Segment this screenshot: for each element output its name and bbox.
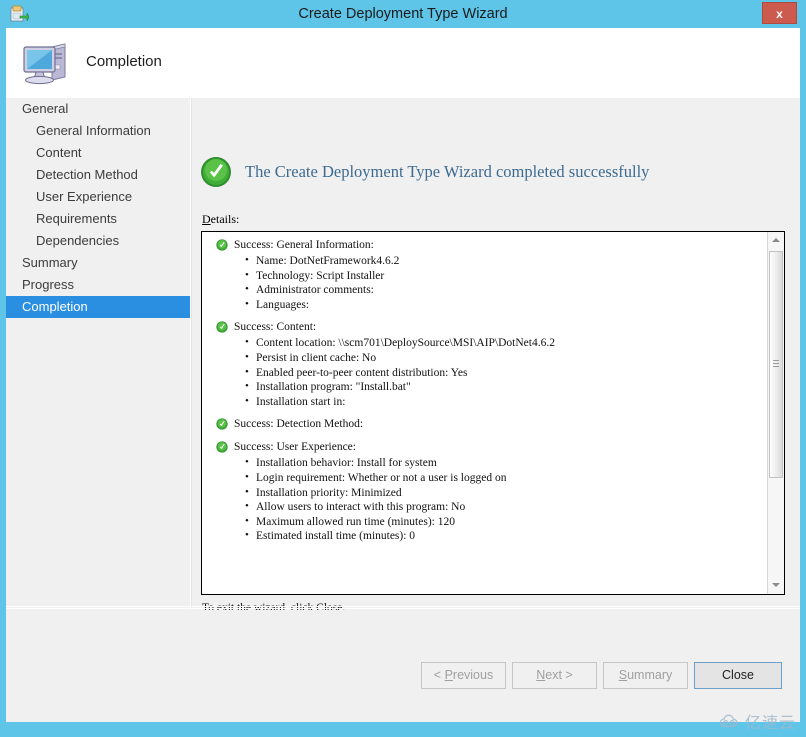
detail-section-user-experience: Success: User Experience: Installation b… (210, 440, 768, 544)
details-label: Details: (202, 212, 239, 227)
detail-section-heading: Success: Content: (210, 320, 768, 335)
detail-section-items: Installation behavior: Install for syste… (210, 455, 768, 544)
list-item: Installation priority: Minimized (245, 485, 768, 501)
previous-button-suffix: revious (452, 668, 494, 682)
detail-section-heading-text: Success: Detection Method: (234, 418, 364, 431)
previous-button[interactable]: < Previous (421, 662, 506, 689)
sidebar-item-summary[interactable]: Summary (6, 252, 190, 274)
detail-section-heading: Success: Detection Method: (210, 417, 768, 432)
details-list: Success: General Information: Name: DotN… (202, 232, 768, 594)
detail-section-heading: Success: User Experience: (210, 440, 768, 455)
sidebar-item-content[interactable]: Content (6, 142, 190, 164)
success-check-icon (200, 156, 232, 188)
next-button-accel: N (536, 668, 546, 682)
detail-section-heading-text: Success: General Information: (234, 239, 374, 251)
watermark-text: 亿速云 (744, 713, 796, 732)
list-item: Installation program: "Install.bat" (245, 379, 768, 395)
next-button-suffix: ext > (545, 668, 573, 682)
wizard-window: Create Deployment Type Wizard x Completi… (0, 0, 806, 737)
success-check-icon (216, 418, 228, 430)
title-bar: Create Deployment Type Wizard x (0, 0, 806, 28)
close-button[interactable]: Close (694, 662, 782, 689)
sidebar-item-user-experience[interactable]: User Experience (6, 186, 190, 208)
list-item: Maximum allowed run time (minutes): 120 (245, 514, 768, 530)
wizard-button-bar: < Previous Next > Summary Close (6, 610, 800, 722)
caret-up-icon[interactable] (768, 232, 784, 249)
list-item: Installation start in: (245, 394, 768, 410)
list-item: Technology: Script Installer (245, 268, 768, 284)
list-item: Name: DotNetFramework4.6.2 (245, 253, 768, 269)
detail-section-heading-text: Success: User Experience: (234, 441, 356, 454)
wizard-header: Completion (6, 28, 800, 98)
sidebar-item-requirements[interactable]: Requirements (6, 208, 190, 230)
completion-result-text: The Create Deployment Type Wizard comple… (245, 162, 650, 181)
sidebar-item-dependencies[interactable]: Dependencies (6, 230, 190, 252)
detail-section-detection-method: Success: Detection Method: (210, 417, 768, 432)
list-item: Installation behavior: Install for syste… (245, 455, 768, 471)
details-scrollbar[interactable] (767, 232, 784, 594)
sidebar-item-completion[interactable]: Completion (6, 296, 190, 318)
previous-button-prefix: < (433, 668, 445, 682)
caret-down-icon[interactable] (768, 577, 784, 594)
close-button-label: Close (722, 668, 754, 682)
wizard-client-area: Completion General General Information C… (6, 28, 800, 722)
details-label-rest: etails: (210, 212, 240, 226)
page-title: Completion (86, 53, 162, 70)
scrollbar-grip (773, 359, 779, 370)
details-panel[interactable]: Success: General Information: Name: DotN… (201, 231, 785, 595)
previous-button-accel: P (444, 668, 453, 682)
success-check-icon (216, 441, 228, 453)
list-item: Administrator comments: (245, 282, 768, 298)
sidebar-item-general[interactable]: General (6, 98, 190, 120)
detail-section-heading-text: Success: Content: (234, 321, 317, 334)
list-item: Enabled peer-to-peer content distributio… (245, 365, 768, 381)
watermark: 亿速云 (719, 709, 796, 733)
list-item: Content location: \\scm701\DeploySource\… (245, 335, 768, 351)
scrollbar-thumb[interactable] (769, 251, 783, 478)
buttonbar-divider-2 (6, 608, 800, 609)
computer-icon (18, 35, 74, 91)
close-icon[interactable]: x (762, 2, 797, 24)
list-item: Login requirement: Whether or not a user… (245, 470, 768, 486)
detail-section-general-information: Success: General Information: Name: DotN… (210, 238, 768, 312)
sidebar-item-general-information[interactable]: General Information (6, 120, 190, 142)
completion-result: The Create Deployment Type Wizard comple… (200, 156, 649, 188)
detail-section-items: Content location: \\scm701\DeploySource\… (210, 335, 768, 410)
success-check-icon (216, 239, 228, 251)
success-check-icon (216, 321, 228, 333)
list-item: Allow users to interact with this progra… (245, 499, 768, 515)
list-item: Languages: (245, 297, 768, 313)
cloud-icon (719, 714, 741, 729)
summary-button-suffix: ummary (627, 668, 673, 682)
window-title: Create Deployment Type Wizard (298, 6, 508, 22)
sidebar-item-progress[interactable]: Progress (6, 274, 190, 296)
detail-section-items: Name: DotNetFramework4.6.2 Technology: S… (210, 253, 768, 313)
list-item: Persist in client cache: No (245, 350, 768, 366)
next-button[interactable]: Next > (512, 662, 597, 689)
detail-section-content: Success: Content: Content location: \\sc… (210, 320, 768, 409)
detail-section-heading: Success: General Information: (210, 238, 768, 253)
summary-button[interactable]: Summary (603, 662, 688, 689)
details-accel: D (202, 212, 211, 226)
list-item: Estimated install time (minutes): 0 (245, 528, 768, 544)
buttonbar-divider (6, 606, 800, 607)
summary-button-accel: S (618, 668, 628, 682)
sidebar-item-detection-method[interactable]: Detection Method (6, 164, 190, 186)
